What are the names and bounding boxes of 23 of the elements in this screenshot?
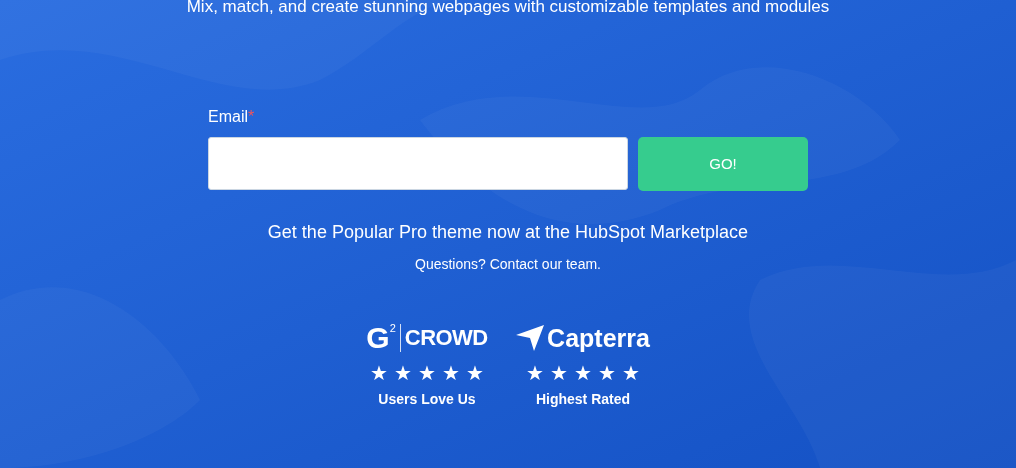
star-icon: ★	[550, 363, 568, 383]
paper-plane-icon	[516, 325, 545, 351]
star-icon: ★	[526, 363, 544, 383]
field-label: Email	[208, 108, 248, 125]
headline: Mix, match, and create stunning webpages with customizable templates and modules	[186, 0, 830, 15]
logo-mark: G	[366, 323, 390, 353]
badge-caption: Highest Rated	[535, 390, 631, 409]
star-icon: ★	[418, 363, 436, 383]
logo-text: Capterra	[547, 325, 650, 351]
contact-link[interactable]: Questions? Contact our team.	[415, 254, 601, 275]
email-field[interactable]	[208, 137, 628, 190]
tagline: Get the Popular Pro theme now at the HubSpot Marketplace	[267, 221, 749, 244]
star-icon: ★	[370, 363, 388, 383]
star-icon: ★	[394, 363, 412, 383]
star-icon: ★	[622, 363, 640, 383]
logo-text: CROWD	[404, 327, 488, 349]
star-icon: ★	[442, 363, 460, 383]
star-icon: ★	[574, 363, 592, 383]
badge-caption: Users Love Us	[378, 390, 476, 409]
star-icon: ★	[466, 363, 484, 383]
required-mark: *	[248, 108, 255, 125]
logo-mark: 2	[389, 323, 396, 334]
star-icon: ★	[598, 363, 616, 383]
